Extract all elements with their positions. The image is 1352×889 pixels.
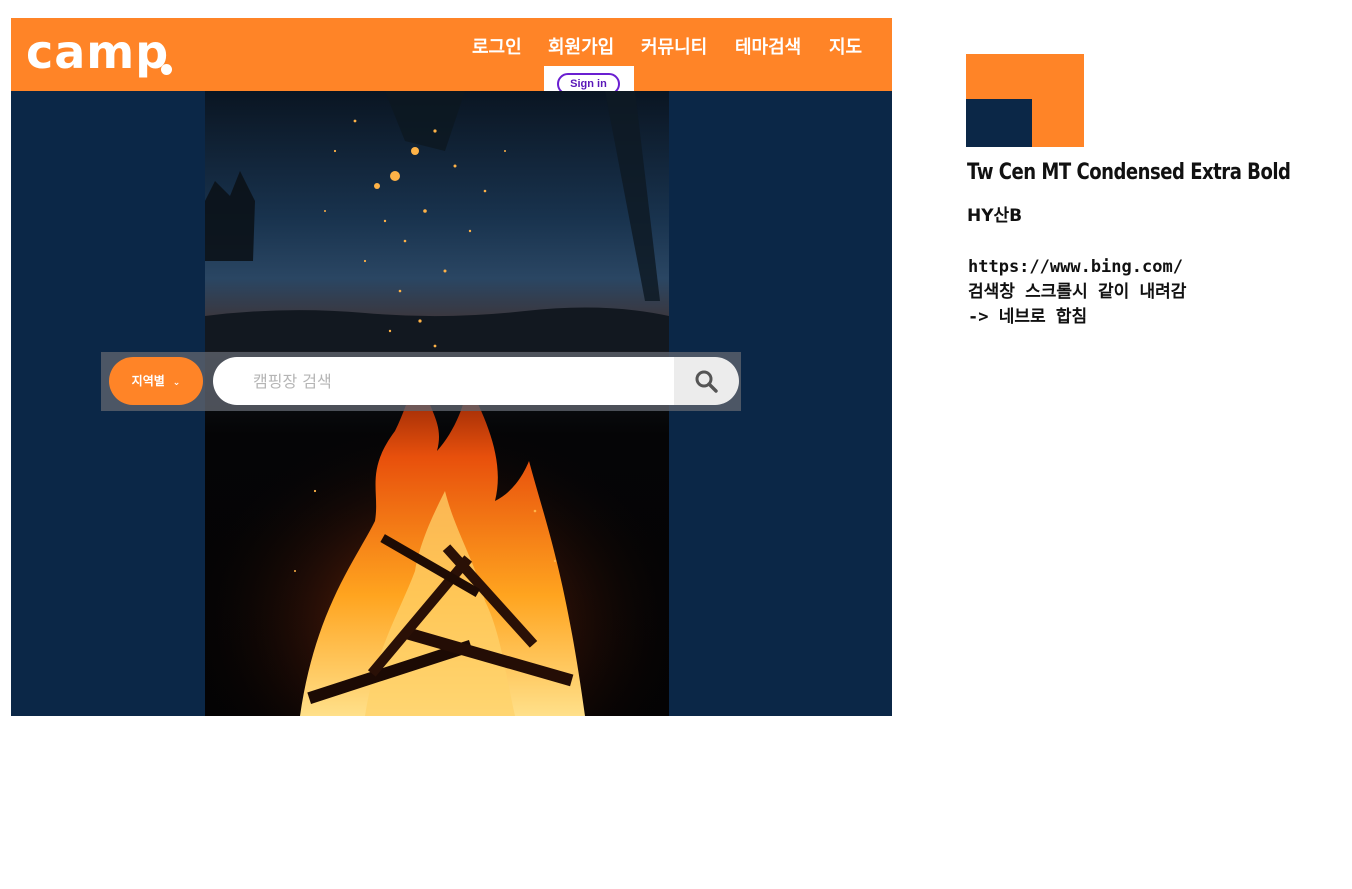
chevron-down-icon: ⌄ xyxy=(172,378,181,388)
region-dropdown[interactable]: 지역별 ⌄ xyxy=(109,357,203,405)
logo[interactable]: camp xyxy=(26,22,169,82)
note-line: -> 네브로 합침 xyxy=(968,307,1088,327)
navy-swatch xyxy=(966,99,1032,147)
note-line: 검색창 스크롤시 같이 내려감 xyxy=(968,282,1187,302)
search-icon xyxy=(695,370,718,393)
search-input[interactable] xyxy=(213,357,675,405)
site-mockup: camp 로그인 회원가입 커뮤니티 테마검색 지도 Sign in 지역별 ⌄… xyxy=(11,18,892,716)
header-bar: camp 로그인 회원가입 커뮤니티 테마검색 지도 xyxy=(11,18,892,91)
nav-login[interactable]: 로그인 xyxy=(472,35,522,61)
nav-community[interactable]: 커뮤니티 xyxy=(641,35,707,61)
logo-dot xyxy=(161,64,172,75)
font-name-secondary: HY산B xyxy=(967,206,1023,226)
note-line: https://www.bing.com/ xyxy=(968,257,1183,277)
nav-map[interactable]: 지도 xyxy=(829,35,862,61)
nav-signup[interactable]: 회원가입 xyxy=(548,35,614,61)
region-label: 지역별 xyxy=(131,374,165,388)
color-swatch xyxy=(966,54,1084,147)
font-name-primary: Tw Cen MT Condensed Extra Bold xyxy=(967,160,1291,185)
nav-theme-search[interactable]: 테마검색 xyxy=(735,35,801,61)
design-note: https://www.bing.com/ 검색창 스크롤시 같이 내려감 ->… xyxy=(968,255,1186,330)
search-bar: 지역별 ⌄ xyxy=(101,352,741,411)
search-button[interactable] xyxy=(674,357,739,405)
